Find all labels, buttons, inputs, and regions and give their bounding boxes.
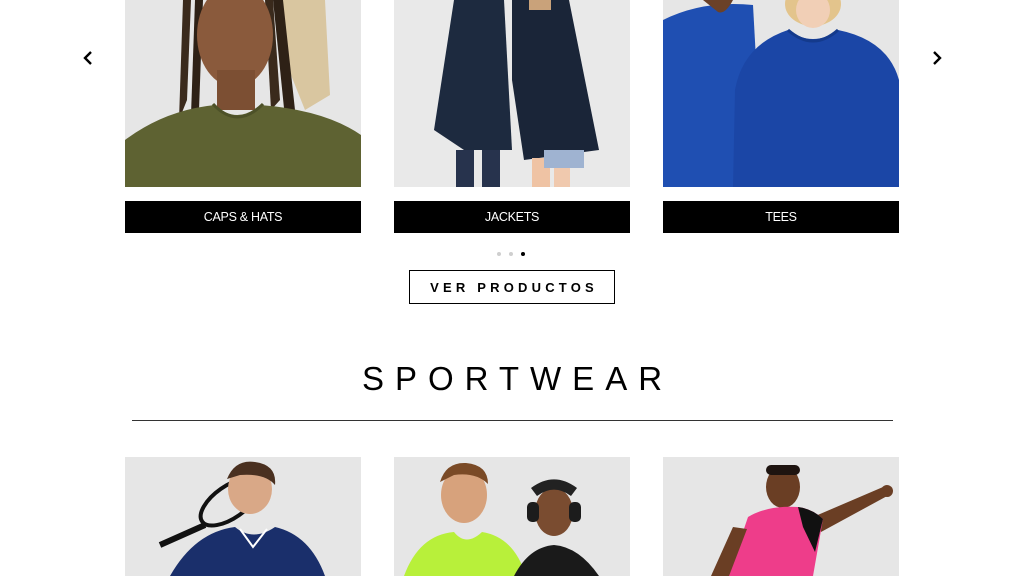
sportwear-image-running[interactable] [394,457,630,576]
pagination-dot-active[interactable] [521,252,525,256]
section-title: SPORTWEAR [361,360,674,397]
category-image-tees[interactable] [663,0,899,187]
category-label: TEES [765,210,797,224]
chevron-left-icon [83,51,92,65]
pagination-dot[interactable] [509,252,513,256]
ver-productos-button[interactable]: VER PRODUCTOS [409,270,615,304]
category-button-tees[interactable]: TEES [663,201,899,233]
sportwear-image-football[interactable] [663,457,899,576]
carousel-prev-button[interactable] [76,46,100,70]
ver-productos-label: VER PRODUCTOS [430,279,598,295]
carousel-next-button[interactable] [925,46,949,70]
chevron-right-icon [933,51,942,65]
category-label: JACKETS [484,210,540,224]
category-image-caps-hats[interactable] [125,0,361,187]
category-button-jackets[interactable]: JACKETS [394,201,630,233]
category-button-caps-hats[interactable]: CAPS & HATS [125,201,361,233]
category-label: CAPS & HATS [203,210,283,224]
carousel-pagination [497,252,525,256]
pagination-dot[interactable] [497,252,501,256]
section-divider [132,420,893,421]
sportwear-image-tennis[interactable] [125,457,361,576]
category-image-jackets[interactable] [394,0,630,187]
